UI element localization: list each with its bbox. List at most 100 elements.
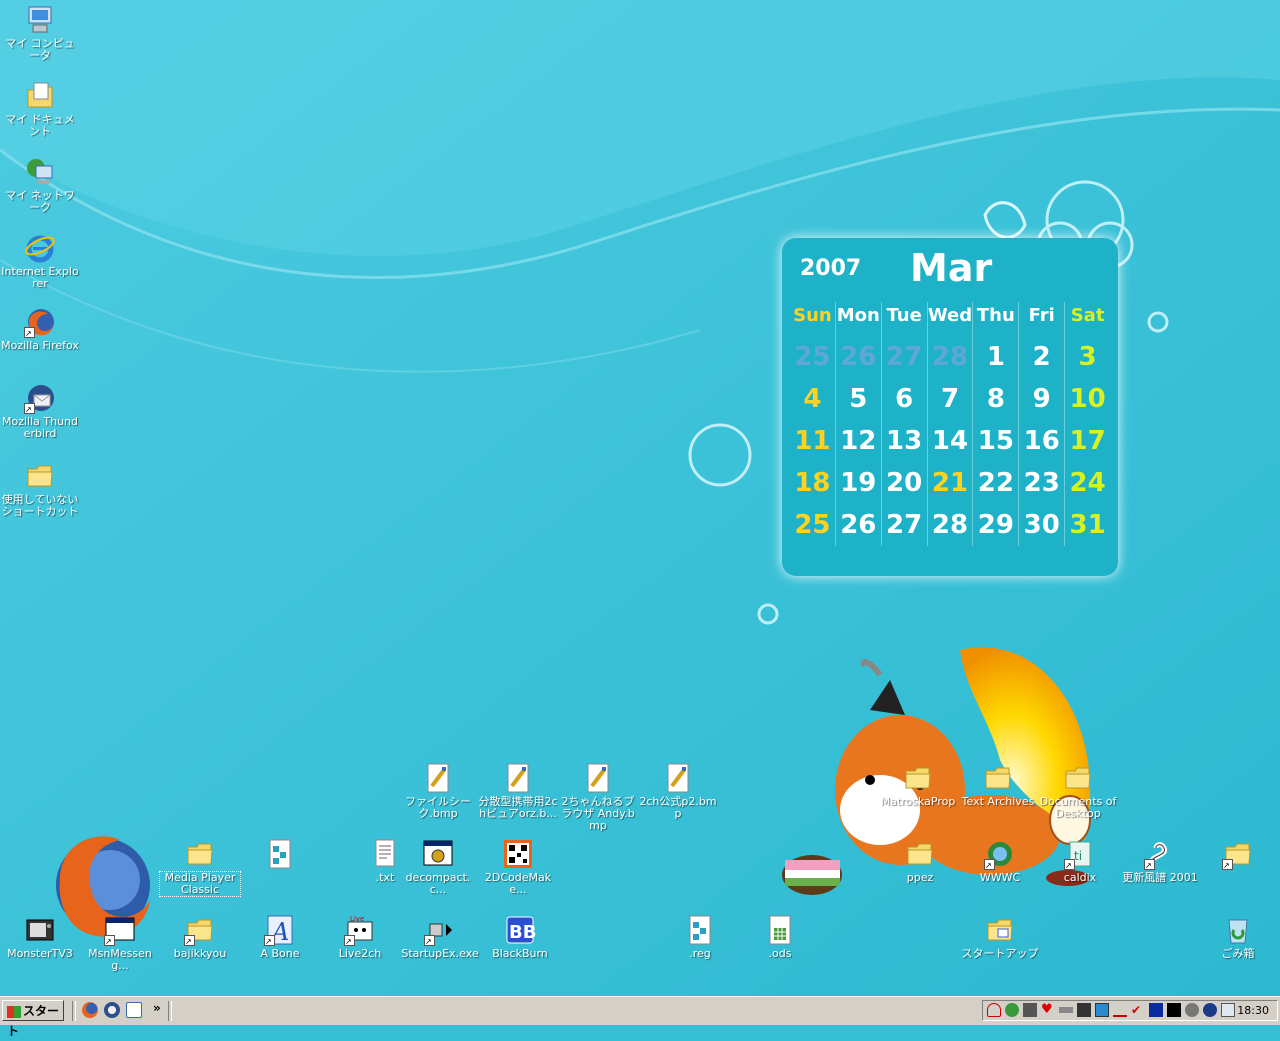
calendar-day: 6 — [882, 378, 928, 420]
desktop-icon-unused-shortcuts[interactable]: 使用していないショートカット — [0, 460, 80, 518]
desktop-icon-label: StartupEx.exe — [401, 947, 479, 960]
desktop-icon-startup-folder[interactable]: スタートアップ — [960, 914, 1040, 960]
folder-icon — [1222, 838, 1254, 871]
desktop-icon-a-bone[interactable]: A A Bone — [240, 914, 320, 960]
clock[interactable]: 18:30 — [1237, 1004, 1269, 1017]
folder-icon — [24, 460, 56, 492]
desktop-icon-recycle-bin[interactable]: ごみ箱 — [1198, 914, 1278, 960]
desktop-icon-documents-of-desktop[interactable]: Documents of Desktop — [1038, 762, 1118, 820]
play-icon[interactable] — [1149, 1003, 1163, 1017]
desktop-icon-media-player-classic[interactable]: Media Player Classic — [159, 838, 241, 897]
quicklaunch-thunderbird-icon[interactable] — [104, 1002, 120, 1018]
calendar-day: 25 — [790, 336, 836, 378]
desktop-icon-startupex[interactable]: StartupEx.exe — [400, 914, 480, 960]
calendar-week-row: 18 19 20 21 22 23 24 — [790, 462, 1110, 504]
document-icon[interactable] — [1167, 1003, 1181, 1017]
desktop-icon-koushin-fuuhu[interactable]: 更新風譜 2001 — [1120, 838, 1200, 884]
tv-icon — [24, 914, 56, 946]
quicklaunch-show-desktop-icon[interactable] — [126, 1002, 142, 1018]
desktop-icon-internet-explorer[interactable]: Internet Explorer — [0, 232, 80, 290]
desktop-icon-blackburn[interactable]: BB BlackBurn — [480, 914, 560, 960]
desktop-icon-matroskaprop[interactable]: MatroskaProp — [878, 762, 958, 808]
user-icon[interactable] — [987, 1003, 1001, 1017]
network-icon[interactable] — [1023, 1003, 1037, 1017]
desktop-icon-mozilla-firefox[interactable]: Mozilla Firefox — [0, 306, 80, 352]
folder-icon — [184, 838, 216, 870]
pen-icon[interactable] — [1113, 1003, 1127, 1017]
desktop-icon-label: .reg — [689, 947, 711, 960]
calendar-grid: Sun Mon Tue Wed Thu Fri Sat 25 26 27 28 … — [790, 302, 1110, 546]
desktop-icon-label: A Bone — [260, 947, 300, 960]
calendar-day: 4 — [790, 378, 836, 420]
heart-icon[interactable]: ♥ — [1041, 1003, 1055, 1017]
calendar-day: 25 — [790, 504, 836, 546]
desktop-icon-registry-file[interactable] — [240, 838, 320, 872]
monitor-icon[interactable] — [1095, 1003, 1109, 1017]
desktop-icon-p2-bmp[interactable]: 2ch公式p2.bmp — [638, 762, 718, 820]
weekday-wed: Wed — [928, 302, 974, 336]
desktop-icon-label: 更新風譜 2001 — [1122, 871, 1198, 884]
desktop-icon-mozilla-thunderbird[interactable]: Mozilla Thunderbird — [0, 382, 80, 440]
calendar-day-holiday: 21 — [928, 462, 974, 504]
weekday-fri: Fri — [1019, 302, 1066, 336]
a-bone-icon: A — [264, 914, 296, 947]
desktop-icon-bajikkyou[interactable]: bajikkyou — [160, 914, 240, 960]
recycle-bin-icon — [1222, 914, 1254, 946]
desktop-icon-folder-shortcut[interactable] — [1198, 838, 1278, 872]
antivirus-icon[interactable] — [1203, 1003, 1217, 1017]
calendar-day: 29 — [973, 504, 1020, 546]
desktop-icon-my-network[interactable]: マイ ネットワーク — [0, 156, 80, 214]
internet-explorer-icon — [24, 232, 56, 264]
desktop-icon-label: Mozilla Firefox — [1, 339, 79, 352]
quicklaunch-firefox-icon[interactable] — [82, 1002, 98, 1018]
weekday-mon: Mon — [836, 302, 882, 336]
desktop-icon-2chviewer-bmp[interactable]: 分散型携帯用2chビュアorz.b... — [478, 762, 558, 820]
desktop-icon-fileseek-bmp[interactable]: ファイルシーク.bmp — [398, 762, 478, 820]
calendar-week-row: 25 26 27 28 1 2 3 — [790, 336, 1110, 378]
calendar-day: 2 — [1019, 336, 1066, 378]
desktop-icon-msnmessenger[interactable]: MsnMesseng... — [80, 914, 160, 972]
registry-file-icon — [684, 914, 716, 946]
desktop-icon-my-computer[interactable]: マイ コンピュータ — [0, 4, 80, 62]
desktop-icon-caldix[interactable]: ti caldix — [1040, 838, 1120, 884]
volume-icon[interactable] — [1185, 1003, 1199, 1017]
desktop-icon-text-archives[interactable]: Text Archives — [958, 762, 1038, 808]
quicklaunch-more-button[interactable]: » — [153, 1001, 161, 1015]
desktop-icon-ppez[interactable]: ppez — [880, 838, 960, 884]
check-icon[interactable]: ✔ — [1131, 1003, 1145, 1017]
calendar-day: 8 — [973, 378, 1020, 420]
desktop-icon-decompact[interactable]: decompact.c... — [398, 838, 478, 896]
svg-text:A: A — [270, 918, 289, 946]
my-documents-icon — [24, 80, 56, 112]
messenger-icon[interactable] — [1005, 1003, 1019, 1017]
desktop-icon-andy-bmp[interactable]: 2ちゃんねるブラウザ Andy.bmp — [558, 762, 638, 832]
folder-icon — [184, 914, 216, 947]
window-icon — [104, 914, 136, 947]
desktop-icon-wwwc[interactable]: WWWC — [960, 838, 1040, 884]
camera-icon[interactable] — [1077, 1003, 1091, 1017]
desktop-icon-monstertv3[interactable]: MonsterTV3 — [0, 914, 80, 960]
folder-icon — [902, 762, 934, 794]
cable-icon[interactable] — [1059, 1007, 1073, 1013]
desktop-icon-label: WWWC — [979, 871, 1021, 884]
ime-icon[interactable] — [1221, 1003, 1235, 1017]
svg-text:Live: Live — [350, 915, 364, 923]
blackburn-icon: BB — [504, 914, 536, 946]
desktop-icon-2dcodemaker[interactable]: 2DCodeMake... — [478, 838, 558, 896]
desktop-icon-live2ch[interactable]: Live Live2ch — [320, 914, 400, 960]
desktop-icon-my-documents[interactable]: マイ ドキュメント — [0, 80, 80, 138]
calendar-day: 31 — [1069, 510, 1106, 540]
desktop-icon-ods[interactable]: .ods — [740, 914, 820, 960]
taskbar: スタート » ♥ ✔ 18:30 — [0, 996, 1280, 1038]
startup-icon — [424, 914, 456, 947]
start-button[interactable]: スタート — [2, 1000, 64, 1038]
desktop-icon-label: ファイルシーク.bmp — [405, 795, 471, 820]
calendar-day: 3 — [1078, 342, 1097, 372]
firefox-icon — [24, 306, 56, 339]
desktop-icon-label: ppez — [906, 871, 934, 884]
calendar-day: 7 — [928, 378, 974, 420]
desktop-icon-reg[interactable]: .reg — [660, 914, 740, 960]
desktop-icon-label: Internet Explorer — [1, 265, 79, 290]
calendar-year: 2007 — [800, 256, 862, 281]
calendar-day: 16 — [1019, 420, 1066, 462]
